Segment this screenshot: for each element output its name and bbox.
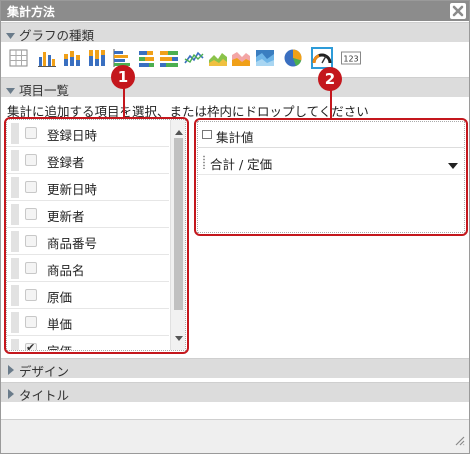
list-item[interactable]: 更新日時	[7, 174, 169, 201]
drag-handle[interactable]	[11, 177, 19, 198]
aggregate-header: 集計値	[198, 122, 464, 148]
window-title: 集計方法	[7, 5, 56, 19]
list-item[interactable]: 商品名	[7, 255, 169, 282]
section-label: タイトル	[19, 388, 70, 403]
chart-type-toolbar: 123	[1, 43, 469, 77]
field-checkbox[interactable]	[25, 181, 37, 193]
scroll-thumb[interactable]	[174, 138, 183, 310]
aggregation-panel: 集計方法 グラフの種類 123 項目一覧 集計に追加する項目を選択、または枠内に…	[0, 0, 470, 454]
callout-line-2	[330, 87, 332, 119]
aggregate-value-label: 合計 / 定価	[210, 157, 273, 172]
list-item[interactable]: 単価	[7, 309, 169, 336]
field-label: 商品番号	[47, 236, 98, 251]
list-item[interactable]: 登録日時	[7, 120, 169, 147]
vertical-scrollbar[interactable]	[170, 120, 185, 350]
aggregate-header-label: 集計値	[216, 130, 254, 145]
field-label: 登録日時	[47, 128, 98, 143]
stacked-100-bar-chart-icon[interactable]	[86, 47, 108, 69]
title-bar: 集計方法	[1, 1, 469, 21]
drag-dots-icon[interactable]	[202, 155, 206, 169]
value-box-icon	[202, 130, 212, 139]
chevron-down-icon	[6, 29, 15, 43]
field-label: 定価	[47, 341, 72, 350]
field-checkbox[interactable]	[25, 154, 37, 166]
stacked-bar-chart-icon[interactable]	[61, 47, 83, 69]
field-label: 登録者	[47, 155, 85, 170]
number-display-label: 123	[343, 55, 358, 64]
list-item[interactable]: 原価	[7, 282, 169, 309]
area-chart-icon[interactable]	[207, 47, 229, 69]
field-checkbox[interactable]	[25, 289, 37, 301]
drag-handle[interactable]	[11, 231, 19, 252]
field-list: 登録日時 登録者 更新日時 更新者 商品番号 商品名 原価 単価 ✔	[6, 119, 186, 351]
callout-marker-2: 2	[318, 67, 342, 91]
callout-line-1	[123, 85, 125, 118]
drag-handle[interactable]	[11, 258, 19, 279]
table-grid-icon[interactable]	[8, 47, 30, 69]
line-chart-icon[interactable]	[183, 47, 205, 69]
pie-chart-icon[interactable]	[282, 47, 304, 69]
field-label: 更新日時	[47, 182, 98, 197]
field-checkbox[interactable]	[25, 341, 37, 350]
section-label: デザイン	[19, 364, 70, 379]
section-label: 項目一覧	[19, 83, 70, 98]
section-design[interactable]: デザイン	[1, 358, 469, 379]
field-label: 更新者	[47, 209, 85, 224]
section-items[interactable]: 項目一覧	[1, 77, 469, 98]
aggregate-value-item[interactable]: 合計 / 定価	[198, 149, 464, 175]
field-checkbox[interactable]	[25, 235, 37, 247]
stacked-area-chart-icon[interactable]	[230, 47, 252, 69]
section-label: グラフの種類	[19, 28, 95, 43]
drag-handle[interactable]	[11, 339, 19, 350]
panel-footer	[1, 419, 469, 453]
field-label: 商品名	[47, 263, 85, 278]
field-checkbox[interactable]	[25, 208, 37, 220]
bar-chart-icon[interactable]	[36, 47, 58, 69]
horizontal-100-bar-icon[interactable]	[158, 47, 180, 69]
list-item[interactable]: 更新者	[7, 201, 169, 228]
drag-handle[interactable]	[11, 150, 19, 171]
horizontal-stacked-bar-icon[interactable]	[136, 47, 158, 69]
field-checkbox[interactable]	[25, 127, 37, 139]
list-item[interactable]: 商品番号	[7, 228, 169, 255]
chevron-right-icon	[7, 364, 14, 378]
instruction-text: 集計に追加する項目を選択、または枠内にドロップしてください	[7, 104, 369, 119]
list-item[interactable]: 登録者	[7, 147, 169, 174]
chevron-right-icon	[7, 388, 14, 402]
drag-handle[interactable]	[11, 312, 19, 333]
chevron-down-icon	[6, 84, 15, 98]
area-100-chart-icon[interactable]	[254, 47, 276, 69]
field-checkbox[interactable]	[25, 262, 37, 274]
section-title[interactable]: タイトル	[1, 382, 469, 403]
field-label: 単価	[47, 317, 73, 332]
number-display-icon[interactable]: 123	[340, 47, 362, 69]
dropdown-caret-icon[interactable]	[448, 158, 458, 172]
list-item[interactable]: 定価	[7, 336, 169, 350]
scroll-down-icon[interactable]	[175, 331, 183, 345]
field-checkbox[interactable]	[25, 316, 37, 328]
scroll-up-icon[interactable]	[175, 125, 183, 139]
drag-handle[interactable]	[11, 123, 19, 144]
drag-handle[interactable]	[11, 204, 19, 225]
close-icon[interactable]	[450, 3, 466, 19]
callout-marker-1: 1	[111, 65, 135, 89]
resize-grip-icon[interactable]	[453, 434, 465, 449]
field-label: 原価	[47, 290, 73, 305]
section-graph-type[interactable]: グラフの種類	[1, 22, 469, 43]
aggregate-drop-area[interactable]: 集計値 合計 / 定価	[197, 121, 465, 233]
gauge-chart-icon[interactable]	[311, 47, 333, 69]
drag-handle[interactable]	[11, 285, 19, 306]
